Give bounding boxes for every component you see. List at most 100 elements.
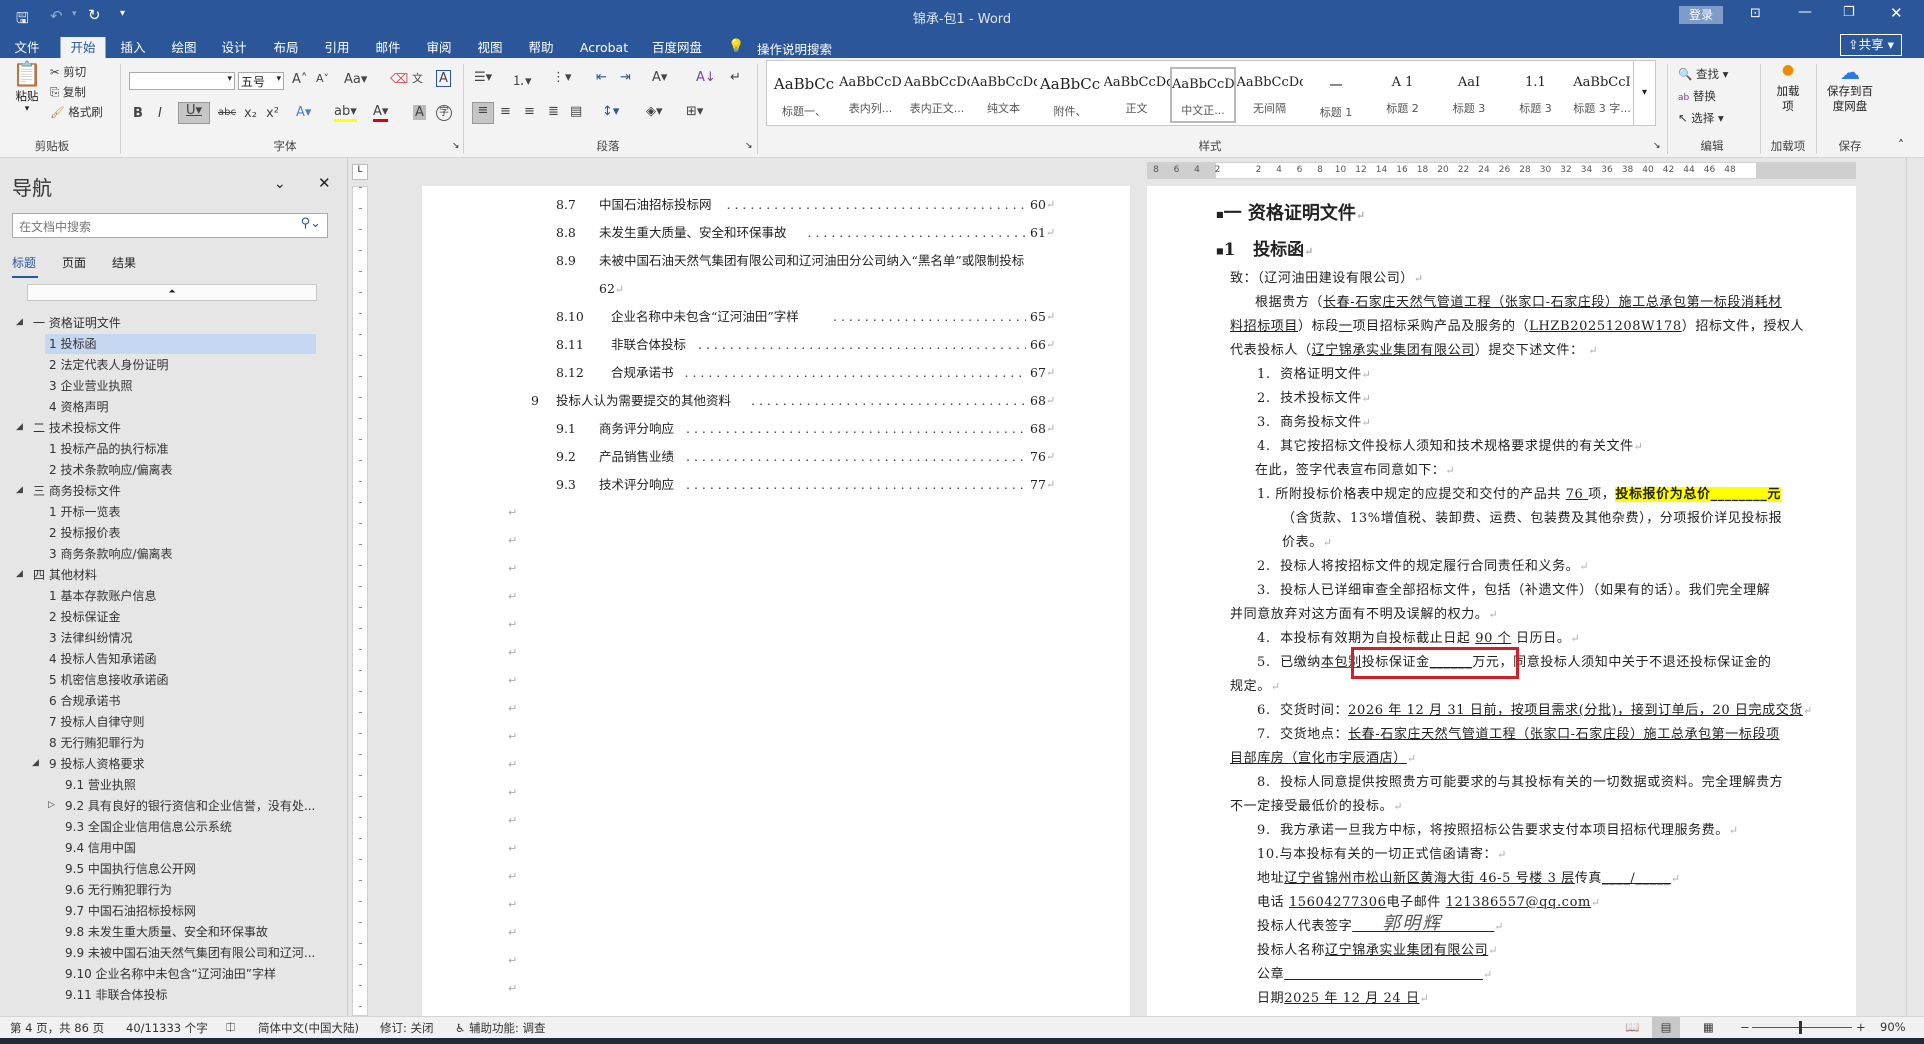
- nav-heading-item[interactable]: 2 投标保证金: [45, 607, 316, 627]
- select-button[interactable]: ↖ 选择 ▾: [1678, 110, 1724, 126]
- character-shading-icon[interactable]: A: [413, 105, 426, 120]
- tell-me-search[interactable]: 操作说明搜索: [757, 39, 832, 58]
- nav-heading-item[interactable]: 5 机密信息接收承诺函: [45, 670, 316, 690]
- font-size-select[interactable]: 五号 ▾: [238, 72, 284, 90]
- font-color-icon[interactable]: A▾: [373, 104, 389, 122]
- nav-heading-item[interactable]: 1 投标函: [45, 334, 316, 354]
- nav-heading-item[interactable]: 1 投标产品的执行标准: [45, 439, 316, 459]
- superscript-icon[interactable]: x²: [266, 106, 279, 121]
- nav-heading-item[interactable]: 9.3 全国企业信用信息公示系统: [61, 817, 316, 837]
- format-painter-button[interactable]: 🖌 格式刷: [50, 104, 103, 120]
- tab-1[interactable]: 开始: [60, 37, 106, 58]
- nav-tab-0[interactable]: 标题: [12, 254, 36, 271]
- nav-options-chevron-icon[interactable]: ⌄: [274, 176, 286, 192]
- zoom-level[interactable]: 90%: [1880, 1020, 1906, 1034]
- tab-12[interactable]: 百度网盘: [652, 37, 702, 58]
- sort-icon[interactable]: A↓: [696, 70, 716, 85]
- toc-entry[interactable]: 9.3 技术评分响应 . . . . . . . . . . . . . . . .…: [422, 475, 1130, 495]
- nav-heading-item[interactable]: 4 投标人告知承诺函: [45, 649, 316, 669]
- restore-icon[interactable]: ❐: [1843, 5, 1855, 20]
- replace-button[interactable]: ab 替换: [1678, 88, 1716, 104]
- document-page-toc[interactable]: 8.7 中国石油招标投标网 . . . . . . . . . . . . . . …: [422, 186, 1130, 1016]
- nav-heading-item[interactable]: 2 法定代表人身份证明: [45, 355, 316, 375]
- character-border-icon[interactable]: A: [436, 70, 451, 87]
- word-count[interactable]: 40/11333 个字: [126, 1020, 208, 1036]
- toc-entry[interactable]: 8.8 未发生重大质量、安全和环保事故 . . . . . . . . . . . …: [422, 223, 1130, 243]
- toc-entry-continued[interactable]: 62↵: [599, 279, 624, 299]
- tab-selector-icon[interactable]: L: [352, 164, 368, 180]
- tab-11[interactable]: Acrobat: [580, 37, 628, 58]
- proofing-icon[interactable]: ⎅: [226, 1020, 235, 1035]
- toc-entry[interactable]: 8.7 中国石油招标投标网 . . . . . . . . . . . . . . …: [422, 195, 1130, 215]
- toc-entry[interactable]: 8.9 未被中国石油天然气集团有限公司和辽河油田分公司纳入“黑名单”或限制投标: [422, 251, 1130, 271]
- tab-2[interactable]: 插入: [120, 37, 145, 58]
- vertical-ruler[interactable]: [352, 186, 368, 1016]
- find-button[interactable]: 🔍 查找 ▾: [1678, 66, 1728, 82]
- nav-heading-item[interactable]: 2 技术条款响应/偏离表: [45, 460, 316, 480]
- search-icon[interactable]: ⚲⌄: [301, 216, 321, 231]
- copy-button[interactable]: ⎘ 复制: [50, 84, 86, 100]
- text-effects-icon[interactable]: A▾: [296, 105, 311, 120]
- expanded-arrow-icon[interactable]: ◢: [16, 422, 23, 432]
- line-spacing-icon[interactable]: ↕▾: [602, 104, 619, 119]
- tab-6[interactable]: 引用: [324, 37, 349, 58]
- web-layout-icon[interactable]: ▦: [1703, 1020, 1714, 1034]
- addins-button[interactable]: ● 加载项: [1768, 62, 1808, 114]
- expanded-arrow-icon[interactable]: ◢: [16, 485, 23, 495]
- tab-4[interactable]: 设计: [221, 37, 246, 58]
- page-count[interactable]: 第 4 页，共 86 页: [10, 1020, 104, 1036]
- horizontal-ruler[interactable]: 8 6 4 2 2 4 6 8 10 12 14 16 18 20 22 24 26 28 30 32 34 36 38 40…: [1147, 162, 1856, 179]
- paragraph-dialog-launcher-icon[interactable]: ↘: [745, 141, 753, 151]
- nav-heading-item[interactable]: 9.7 中国石油招标投标网: [61, 901, 316, 921]
- minimize-icon[interactable]: —: [1798, 4, 1812, 20]
- change-case-icon[interactable]: Aa▾: [344, 72, 367, 87]
- italic-icon[interactable]: I: [158, 106, 162, 121]
- nav-tab-2[interactable]: 结果: [112, 254, 136, 271]
- tab-8[interactable]: 审阅: [426, 37, 451, 58]
- read-mode-icon[interactable]: 📖: [1625, 1020, 1639, 1034]
- decrease-indent-icon[interactable]: ⇤: [596, 70, 607, 85]
- nav-heading-item[interactable]: 9 投标人资格要求: [45, 754, 316, 774]
- nav-heading-item[interactable]: 二 技术投标文件: [29, 418, 316, 438]
- style-item[interactable]: AaBbCcDdI 无间隔: [1237, 67, 1303, 123]
- nav-heading-item[interactable]: 9.1 营业执照: [61, 775, 316, 795]
- nav-heading-item[interactable]: 3 商务条款响应/偏离表: [45, 544, 316, 564]
- nav-heading-item[interactable]: 8 无行贿犯罪行为: [45, 733, 316, 753]
- strikethrough-icon[interactable]: abc: [218, 107, 236, 118]
- shrink-font-icon[interactable]: A˅: [316, 72, 329, 85]
- cut-button[interactable]: ✂ 剪切: [50, 64, 86, 80]
- numbering-icon[interactable]: ⒈▾: [512, 70, 532, 89]
- nav-heading-item[interactable]: 7 投标人自律守则: [45, 712, 316, 732]
- nav-heading-item[interactable]: 6 合规承诺书: [45, 691, 316, 711]
- nav-heading-item[interactable]: 四 其他材料: [29, 565, 316, 585]
- style-item[interactable]: AaBbCcDc 中文正...: [1170, 67, 1236, 123]
- nav-heading-item[interactable]: 9.9 未被中国石油天然气集团有限公司和辽河...: [61, 943, 316, 963]
- expanded-arrow-icon[interactable]: ◢: [16, 569, 23, 579]
- style-item[interactable]: AaBbCcDdI 纯文本: [971, 67, 1037, 123]
- justify-icon[interactable]: ≣: [548, 104, 559, 119]
- share-button[interactable]: ⇪共享 ▾: [1840, 34, 1902, 56]
- nav-heading-item[interactable]: 9.8 未发生重大质量、安全和环保事故: [61, 922, 316, 942]
- styles-dialog-launcher-icon[interactable]: ↘: [1653, 141, 1661, 151]
- show-formatting-icon[interactable]: ↵: [730, 70, 741, 85]
- grow-font-icon[interactable]: A˄: [292, 72, 307, 87]
- clear-formatting-icon[interactable]: ⌫: [390, 72, 408, 87]
- toc-entry[interactable]: 9.2 产品销售业绩 . . . . . . . . . . . . . . . .…: [422, 447, 1130, 467]
- vertical-scrollbar[interactable]: [1906, 158, 1924, 1016]
- expanded-arrow-icon[interactable]: ◢: [32, 758, 39, 768]
- tab-10[interactable]: 帮助: [528, 37, 553, 58]
- nav-heading-item[interactable]: 三 商务投标文件: [29, 481, 316, 501]
- nav-close-icon[interactable]: ✕: [318, 174, 331, 192]
- tab-5[interactable]: 布局: [273, 37, 298, 58]
- highlight-color-icon[interactable]: ab▾: [334, 104, 357, 122]
- nav-heading-item[interactable]: 9.5 中国执行信息公开网: [61, 859, 316, 879]
- track-changes-status[interactable]: 修订: 关闭: [380, 1020, 434, 1036]
- increase-indent-icon[interactable]: ⇥: [620, 70, 631, 85]
- save-to-baidu-button[interactable]: ☁ 保存到百度网盘: [1820, 60, 1880, 114]
- zoom-out-icon[interactable]: −: [1740, 1020, 1750, 1034]
- style-item[interactable]: AaBbCc 标题一、: [771, 67, 837, 123]
- style-item[interactable]: A 1 标题 2: [1370, 67, 1436, 123]
- enclose-character-icon[interactable]: 字: [436, 105, 452, 121]
- nav-heading-item[interactable]: 3 法律纠纷情况: [45, 628, 316, 648]
- style-item[interactable]: AaBbCc 附件、: [1037, 67, 1103, 123]
